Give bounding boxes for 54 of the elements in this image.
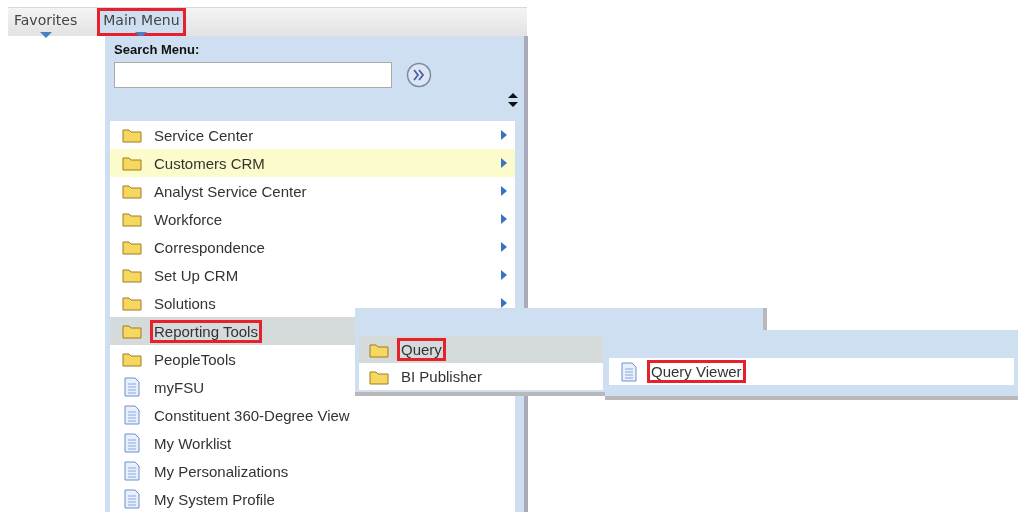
menu-item-label: Customers CRM: [153, 153, 266, 174]
search-label: Search Menu:: [114, 42, 200, 57]
folder-icon: [122, 183, 142, 199]
menu-item-label: BI Publisher: [400, 367, 483, 387]
menu-item-label: Workforce: [153, 209, 224, 230]
folder-icon: [369, 341, 389, 358]
menu-item-label: My Personalizations: [153, 461, 290, 482]
document-icon: [124, 461, 140, 481]
menu-item[interactable]: Service Center: [110, 121, 515, 149]
menu-item-label: Query Viewer: [648, 361, 745, 382]
nav-tab[interactable]: Favorites: [8, 8, 84, 36]
menu-item-label: PeopleTools: [153, 349, 237, 370]
search-go-icon[interactable]: [406, 62, 432, 88]
menu-item-label: Reporting Tools: [151, 320, 261, 342]
menu-item-label: My Worklist: [153, 433, 233, 454]
menu-item[interactable]: Solutions: [110, 289, 515, 317]
document-icon: [124, 405, 140, 425]
menu-item[interactable]: BI Publisher: [359, 363, 603, 390]
folder-icon: [369, 368, 389, 385]
nav-tab[interactable]: Main Menu: [97, 8, 186, 36]
menu-item-label: Solutions: [153, 293, 217, 314]
folder-icon: [122, 295, 142, 311]
document-icon: [124, 377, 140, 397]
document-icon: [124, 489, 140, 509]
menu-item-label: myFSU: [153, 377, 205, 398]
menu-item-label: Service Center: [153, 125, 255, 146]
menu-item-label: Analyst Service Center: [153, 181, 308, 202]
menu-item-label: My System Profile: [153, 489, 276, 510]
menu-item-label: Correspondence: [153, 237, 266, 258]
dropdown-icon: [39, 32, 52, 38]
menu-item-label: Set Up CRM: [153, 265, 240, 286]
folder-icon: [122, 323, 142, 339]
menu-item[interactable]: Query: [359, 336, 603, 363]
menu-item[interactable]: Query Viewer: [609, 358, 1014, 385]
folder-icon: [122, 211, 142, 227]
folder-icon: [122, 351, 142, 367]
search-field[interactable]: [114, 62, 392, 88]
document-icon: [621, 361, 637, 382]
menu-item[interactable]: Set Up CRM: [110, 261, 515, 289]
menu-item[interactable]: Constituent 360-Degree View: [110, 401, 515, 429]
menu-item[interactable]: My Personalizations: [110, 457, 515, 485]
menu-item[interactable]: Correspondence: [110, 233, 515, 261]
folder-icon: [122, 127, 142, 143]
menu-item-label: Constituent 360-Degree View: [153, 405, 351, 426]
sort-icon[interactable]: [508, 93, 518, 107]
menu-item[interactable]: My System Profile: [110, 485, 515, 513]
menu-item[interactable]: My Worklist: [110, 429, 515, 457]
document-icon: [124, 433, 140, 453]
folder-icon: [122, 155, 142, 171]
menu-item[interactable]: Workforce: [110, 205, 515, 233]
folder-icon: [122, 239, 142, 255]
menu-item[interactable]: Analyst Service Center: [110, 177, 515, 205]
menu-item[interactable]: Customers CRM: [110, 149, 515, 177]
folder-icon: [122, 267, 142, 283]
